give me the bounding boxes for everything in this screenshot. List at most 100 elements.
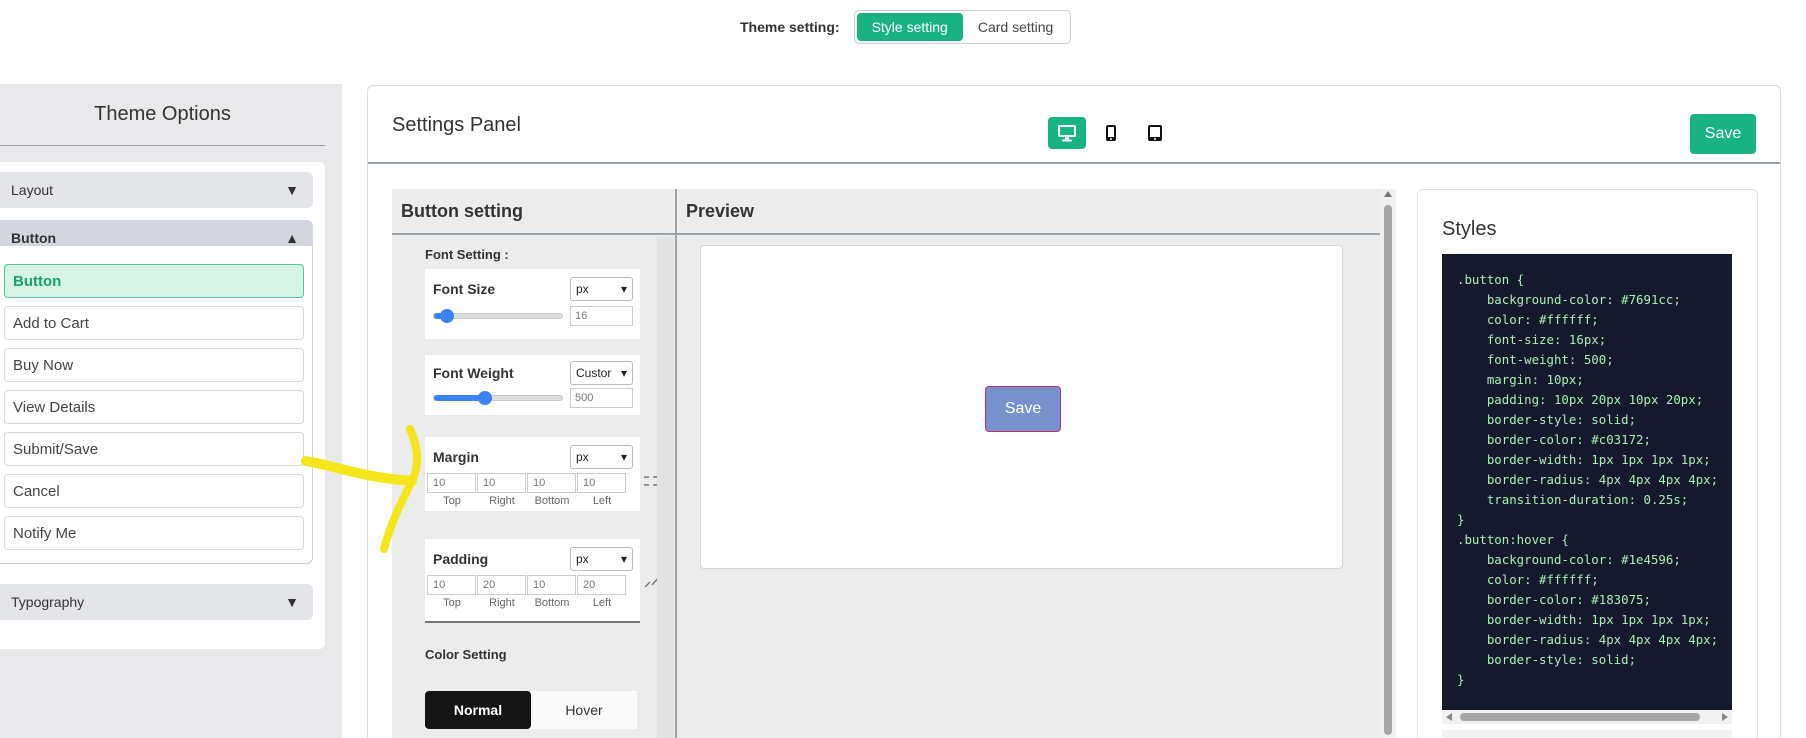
button-setting-title: Button setting	[392, 189, 675, 235]
css-code-block: .button { background-color: #7691cc; col…	[1442, 254, 1732, 711]
color-setting-label: Color Setting	[425, 647, 507, 662]
theme-setting-label: Theme setting:	[740, 19, 840, 35]
padding-bottom-caption: Bottom	[534, 597, 570, 609]
slider-handle[interactable]	[478, 391, 493, 405]
chevron-down-icon: ▾	[620, 282, 627, 296]
margin-right-input[interactable]: 10	[477, 473, 526, 493]
padding-right-input[interactable]: 20	[477, 575, 526, 595]
device-switcher	[1048, 117, 1174, 149]
app-root: Theme setting: Style setting Card settin…	[0, 0, 1806, 738]
padding-top-caption: Top	[443, 597, 461, 609]
font-size-input[interactable]: 16	[570, 306, 633, 326]
margin-inputs: 10 Top 10 Right 10 Bottom 10 Left	[427, 473, 627, 507]
mobile-icon	[1106, 125, 1116, 141]
list-item-notify-me[interactable]: Notify Me	[4, 516, 304, 550]
theme-options-sidebar: Theme Options Layout ▼ Button ▲ Button A…	[0, 84, 342, 738]
tab-normal[interactable]: Normal	[425, 691, 531, 729]
panel-scrollbar[interactable]	[1380, 189, 1396, 738]
chevron-down-icon: ▼	[285, 182, 299, 198]
chevron-down-icon: ▾	[620, 450, 627, 464]
font-weight-card: Font Weight Custor ▾ 500	[425, 355, 640, 415]
styles-card: Styles .button { background-color: #7691…	[1417, 189, 1758, 738]
slider-handle[interactable]	[439, 309, 454, 323]
button-item-list: Button Add to Cart Buy Now View Details …	[0, 246, 313, 564]
margin-bottom-input[interactable]: 10	[527, 473, 576, 493]
preview-save-button[interactable]: Save	[985, 386, 1061, 432]
settings-scrollbar-track[interactable]	[657, 237, 674, 738]
color-state-toggle: Normal Hover	[425, 691, 637, 729]
sidebar-title: Theme Options	[0, 84, 325, 146]
scroll-left-arrow-icon[interactable]	[1446, 713, 1452, 721]
chevron-down-icon: ▾	[620, 552, 627, 566]
settings-panel: Settings Panel Save Button setting Previ…	[367, 85, 1781, 738]
font-size-label: Font Size	[433, 281, 496, 297]
tab-hover[interactable]: Hover	[531, 691, 637, 729]
font-size-card: Font Size px ▾ 16	[425, 269, 640, 339]
padding-top-input[interactable]: 10	[427, 575, 476, 595]
padding-bottom-input[interactable]: 10	[527, 575, 576, 595]
scroll-up-arrow-icon[interactable]	[1384, 191, 1392, 197]
list-item-submit-save[interactable]: Submit/Save	[4, 432, 304, 466]
link-icon[interactable]	[644, 476, 658, 486]
list-item-buy-now[interactable]: Buy Now	[4, 348, 304, 382]
margin-unit-select[interactable]: px ▾	[570, 445, 633, 469]
theme-setting-toggle: Style setting Card setting	[853, 10, 1072, 44]
settings-panel-header: Settings Panel Save	[368, 86, 1780, 164]
css-code: .button { background-color: #7691cc; col…	[1457, 272, 1719, 687]
margin-bottom-caption: Bottom	[534, 495, 570, 507]
margin-left-caption: Left	[592, 495, 612, 507]
styles-footer-strip	[1442, 730, 1732, 738]
font-weight-label: Font Weight	[433, 365, 514, 381]
list-item-add-to-cart[interactable]: Add to Cart	[4, 306, 304, 340]
editor-workspace: Button setting Preview Font Setting : Fo…	[392, 189, 1380, 738]
margin-right-caption: Right	[489, 495, 515, 507]
code-horizontal-scrollbar[interactable]	[1442, 710, 1732, 724]
column-divider	[675, 189, 677, 738]
font-weight-select-value: Custor	[576, 366, 612, 380]
padding-left-caption: Left	[592, 597, 612, 609]
margin-card: Margin px ▾ 10 Top 10 Right 10 Bottom 10 Lef…	[425, 437, 640, 511]
padding-unit-value: px	[576, 552, 589, 566]
theme-setting-bar: Theme setting: Style setting Card settin…	[740, 10, 1072, 44]
chevron-up-icon: ▲	[285, 230, 299, 246]
font-size-slider[interactable]	[433, 309, 563, 323]
margin-unit-value: px	[576, 450, 589, 464]
tab-card-setting[interactable]: Card setting	[963, 13, 1068, 41]
save-button[interactable]: Save	[1690, 114, 1756, 154]
tab-style-setting[interactable]: Style setting	[856, 13, 963, 41]
padding-label: Padding	[433, 551, 489, 567]
preview-title: Preview	[677, 189, 1380, 235]
desktop-icon	[1058, 125, 1076, 142]
padding-unit-select[interactable]: px ▾	[570, 547, 633, 571]
accordion-typography-label: Typography	[11, 594, 85, 610]
font-size-unit-value: px	[576, 282, 589, 296]
accordion-typography[interactable]: Typography ▼	[0, 584, 313, 620]
tablet-icon	[1148, 125, 1162, 141]
padding-card: Padding px ▾ 10 Top 20 Right 10 Bottom 20 Le…	[425, 539, 640, 623]
font-setting-label: Font Setting :	[425, 247, 509, 262]
accordion-button-label: Button	[11, 230, 57, 246]
list-item-view-details[interactable]: View Details	[4, 390, 304, 424]
margin-left-input[interactable]: 10	[577, 473, 626, 493]
padding-inputs: 10 Top 20 Right 10 Bottom 20 Left	[427, 575, 627, 609]
font-weight-select[interactable]: Custor ▾	[570, 361, 633, 385]
sidebar-card: Layout ▼ Button ▲ Button Add to Cart Buy…	[0, 162, 325, 649]
mobile-view-button[interactable]	[1092, 117, 1130, 149]
desktop-view-button[interactable]	[1048, 117, 1086, 149]
list-item-button[interactable]: Button	[4, 264, 304, 298]
accordion-layout[interactable]: Layout ▼	[0, 172, 313, 208]
scrollbar-thumb[interactable]	[1384, 205, 1392, 735]
list-item-cancel[interactable]: Cancel	[4, 474, 304, 508]
panel-title: Settings Panel	[392, 114, 521, 136]
padding-right-caption: Right	[489, 597, 515, 609]
tablet-view-button[interactable]	[1136, 117, 1174, 149]
font-weight-slider[interactable]	[433, 391, 563, 405]
scroll-right-arrow-icon[interactable]	[1722, 713, 1728, 721]
padding-left-input[interactable]: 20	[577, 575, 626, 595]
preview-canvas: Save	[700, 245, 1343, 569]
font-size-unit-select[interactable]: px ▾	[570, 277, 633, 301]
scrollbar-thumb[interactable]	[1460, 713, 1700, 721]
font-weight-input[interactable]: 500	[570, 388, 633, 408]
chevron-down-icon: ▾	[620, 366, 627, 380]
annotation-arrow-icon	[301, 425, 421, 553]
